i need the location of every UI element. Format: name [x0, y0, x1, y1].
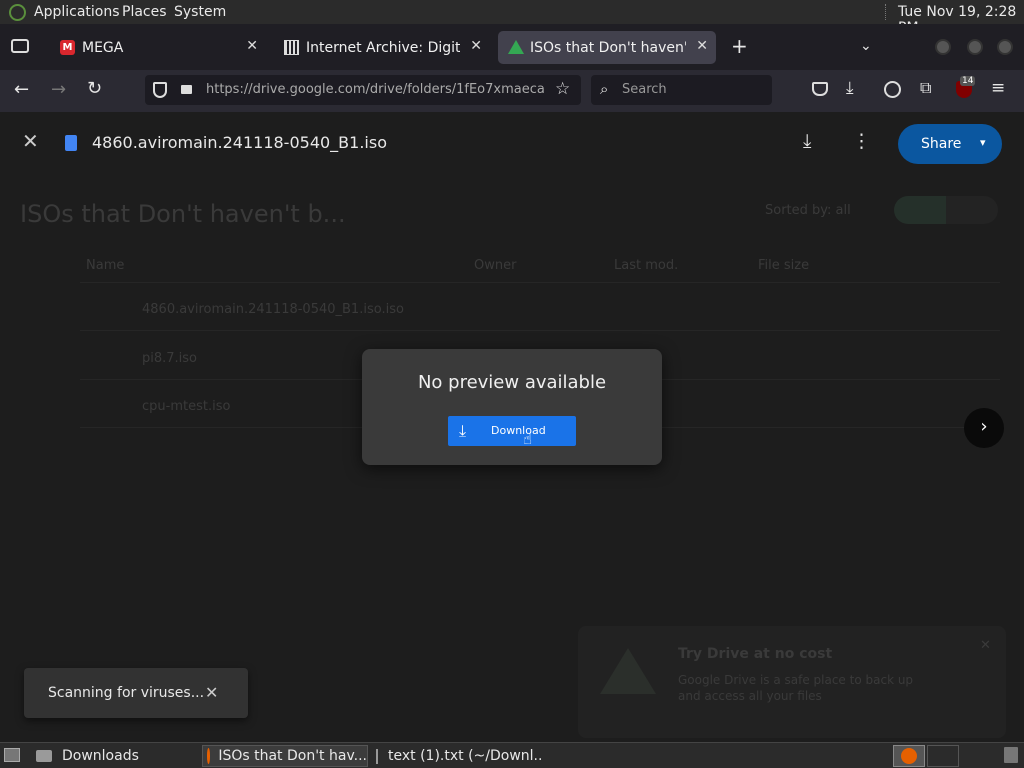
close-tab-icon[interactable]: ✕ — [696, 38, 708, 54]
mouse-cursor-icon: ☝ — [523, 430, 533, 448]
column-last-modified: Last mod. — [614, 258, 679, 273]
promo-text: Google Drive is a safe place to back up … — [678, 673, 914, 703]
list-item: 4860.aviromain.241118-0540_B1.iso.iso — [142, 302, 404, 317]
file-name: 4860.aviromain.241118-0540_B1.iso — [92, 133, 387, 152]
download-label: Download — [491, 424, 546, 437]
file-type-icon — [65, 135, 77, 151]
firefox-icon — [207, 748, 211, 764]
maximize-button[interactable] — [967, 39, 983, 55]
pocket-icon[interactable] — [812, 82, 828, 96]
download-button[interactable]: ⤓ Download — [448, 416, 576, 446]
tab-label: MEGA — [82, 39, 124, 56]
divider — [80, 330, 1000, 331]
close-viewer-icon[interactable]: ✕ — [22, 131, 39, 151]
scanning-toast: Scanning for viruses... ✕ — [24, 668, 248, 718]
tab-label: ISOs that Don't haven't beer — [530, 39, 686, 56]
downloads-icon[interactable]: ⤓ — [846, 80, 854, 97]
toast-message: Scanning for viruses... — [48, 685, 205, 701]
list-tabs-icon[interactable]: ⌄ — [860, 38, 872, 54]
folder-title: ISOs that Don't haven't b... — [20, 200, 346, 228]
show-desktop-icon[interactable] — [4, 748, 20, 762]
share-label: Share — [921, 136, 962, 152]
taskbar-label: Downloads — [62, 748, 139, 764]
ublock-badge: 14 — [960, 76, 976, 86]
panel-separator — [885, 4, 887, 20]
taskbar-label: text (1).txt (~/Downl... — [388, 748, 542, 764]
forward-icon[interactable]: → — [51, 81, 66, 99]
menu-icon[interactable]: ≡ — [991, 80, 1005, 97]
promo-title: Try Drive at no cost — [678, 646, 833, 662]
toast-close-icon[interactable]: ✕ — [205, 683, 218, 702]
menu-applications[interactable]: Applications — [34, 4, 120, 20]
tab-mega[interactable]: M MEGA ✕ — [50, 31, 266, 64]
menu-system[interactable]: System — [174, 4, 226, 20]
close-window-button[interactable] — [997, 39, 1013, 55]
new-tab-icon[interactable]: + — [731, 36, 748, 56]
text-editor-icon — [376, 748, 378, 764]
google-drive-logo-icon — [600, 648, 656, 694]
sort-label: Sorted by: all — [765, 203, 851, 218]
close-tab-icon[interactable]: ✕ — [470, 38, 482, 54]
search-placeholder: Search — [622, 82, 667, 97]
promo-close-icon: ✕ — [980, 638, 991, 653]
taskbar-item-text-editor[interactable]: text (1).txt (~/Downl... — [372, 745, 542, 767]
tab-internet-archive[interactable]: Internet Archive: Digital Libr ✕ — [274, 31, 490, 64]
search-icon: ⌕ — [600, 80, 609, 98]
lock-icon[interactable] — [181, 85, 192, 94]
download-icon[interactable]: ⤓ — [803, 132, 811, 151]
tab-label: Internet Archive: Digital Libr — [306, 39, 460, 56]
account-icon[interactable] — [884, 81, 901, 98]
workspace-2[interactable] — [927, 745, 959, 767]
column-file-size: File size — [758, 258, 810, 273]
column-name: Name — [86, 258, 125, 273]
grid-view-toggle — [946, 196, 998, 224]
trash-icon[interactable] — [1004, 747, 1018, 763]
minimize-button[interactable] — [935, 39, 951, 55]
mega-icon: M — [60, 40, 75, 55]
top-panel: Applications Places System Tue Nov 19, 2… — [0, 0, 1024, 36]
back-icon[interactable]: ← — [14, 81, 29, 99]
folder-icon — [36, 750, 52, 762]
column-owner: Owner — [474, 258, 517, 273]
divider — [80, 282, 1000, 283]
list-item: cpu-mtest.iso — [142, 399, 231, 414]
more-options-icon[interactable]: ⋮ — [852, 132, 871, 151]
google-drive-icon — [508, 40, 524, 54]
taskbar-label: ISOs that Don't hav... — [218, 748, 367, 764]
tab-overview-icon[interactable] — [11, 39, 29, 53]
bookmark-star-icon[interactable]: ☆ — [555, 81, 570, 98]
taskbar: Downloads ISOs that Don't hav... text (1… — [0, 742, 1024, 768]
download-arrow-icon: ⤓ — [459, 421, 467, 440]
search-box[interactable]: ⌕ Search — [591, 75, 772, 105]
menu-places[interactable]: Places — [122, 4, 167, 20]
url-text[interactable]: https://drive.google.com/drive/folders/1… — [206, 82, 546, 97]
no-preview-message: No preview available — [417, 372, 607, 393]
workspace-switcher[interactable] — [893, 745, 925, 767]
taskbar-item-firefox[interactable]: ISOs that Don't hav... — [202, 745, 368, 767]
taskbar-item-downloads[interactable]: Downloads — [36, 745, 198, 767]
share-button[interactable]: Share ▾ — [898, 124, 1002, 164]
distro-logo-icon[interactable] — [9, 4, 26, 21]
share-dropdown-icon[interactable]: ▾ — [980, 136, 986, 149]
archive-icon — [284, 40, 299, 55]
close-tab-icon[interactable]: ✕ — [246, 38, 258, 54]
extensions-icon[interactable]: ⧉ — [920, 80, 931, 96]
shield-icon[interactable] — [153, 82, 167, 98]
list-view-toggle — [894, 196, 946, 224]
tab-bar: M MEGA ✕ Internet Archive: Digital Libr … — [0, 24, 1024, 70]
firefox-icon — [901, 748, 917, 764]
promo-card: Try Drive at no cost Google Drive is a s… — [578, 626, 1006, 738]
reload-icon[interactable]: ↻ — [87, 80, 102, 98]
tab-google-drive[interactable]: ISOs that Don't haven't beer ✕ — [498, 31, 716, 64]
no-preview-dialog: No preview available — [362, 349, 662, 465]
url-bar[interactable]: https://drive.google.com/drive/folders/1… — [145, 75, 581, 105]
list-item: pi8.7.iso — [142, 351, 198, 366]
next-file-button[interactable]: › — [964, 408, 1004, 448]
